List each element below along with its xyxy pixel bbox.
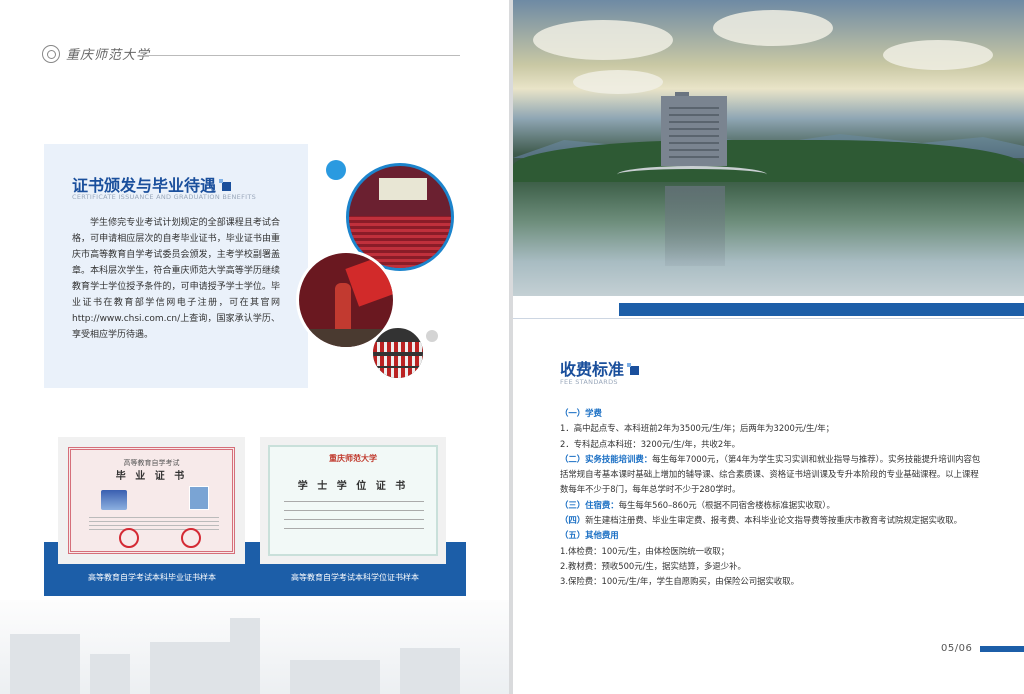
library-tower xyxy=(661,96,727,166)
graduation-certificate-image: 高等教育自学考试 毕 业 证 书 xyxy=(68,447,235,554)
campus-silhouette xyxy=(0,600,509,694)
right-page: 收费标准 FEE STANDARDS （一）学费 1．高中起点专、本科班前2年为… xyxy=(513,0,1024,694)
fee-line: （三）住宿费：每生每年560–860元（根据不同宿舍楼栋标准据实收取）。 xyxy=(560,499,835,510)
page-number: 05/06 xyxy=(941,643,973,654)
accent-bar xyxy=(619,303,1024,316)
fee-line: 2．专科起点本科班：3200元/生/年，共收2年。 xyxy=(560,438,740,449)
fee-line: （五）其他费用 xyxy=(560,530,619,541)
fee-section-subtitle: FEE STANDARDS xyxy=(560,378,618,386)
university-logo: 重庆师范大学 xyxy=(42,44,150,63)
arch-bridge xyxy=(617,166,767,183)
degree-certificate-image: 重庆师范大学 学 士 学 位 证 书 xyxy=(268,445,438,556)
certificate-body-text: 学生修完专业考试计划规定的全部课程且考试合格，可申请相应层次的自考毕业证书，毕业… xyxy=(72,218,280,340)
student-photo xyxy=(189,486,209,510)
left-page: 重庆师范大学 证书颁发与毕业待遇 CERTIFICATE ISSUANCE AN… xyxy=(0,0,509,694)
university-seal-icon xyxy=(42,44,60,63)
brochure-spread: 重庆师范大学 证书颁发与毕业待遇 CERTIFICATE ISSUANCE AN… xyxy=(0,0,1024,694)
fee-line: 3.保险费：100元/生/年，学生自愿购买，由保险公司据实收取。 xyxy=(560,576,799,587)
campus-lake-photo xyxy=(513,0,1024,296)
fee-section-title: 收费标准 xyxy=(560,356,640,380)
fee-title-text: 收费标准 xyxy=(560,360,625,379)
degree-certificate-school: 重庆师范大学 xyxy=(329,453,377,463)
graduation-certificate-caption: 高等教育自学考试本科毕业证书样本 xyxy=(88,573,216,582)
fee-line: （二）实务技能培训费：每生每年7000元，（第4年为学生实习实训和就业指导与推荐… xyxy=(560,453,981,495)
fee-line: 1.体检费：100元/生，由体检医院统一收取； xyxy=(560,545,730,556)
stamp-icon xyxy=(181,528,201,548)
exam-emblem-icon xyxy=(101,490,127,510)
fee-list: （一）学费 1．高中起点专、本科班前2年为3500元/生/年；后两年为3200元… xyxy=(560,406,982,590)
degree-certificate-sample: 重庆师范大学 学 士 学 位 证 书 xyxy=(260,437,446,564)
graduation-certificate-title: 毕 业 证 书 xyxy=(115,471,188,482)
degree-certificate-caption: 高等教育自学考试本科学位证书样本 xyxy=(291,573,419,582)
decorative-gray-dot xyxy=(426,330,438,342)
fee-line: 1．高中起点专、本科班前2年为3500元/生/年；后两年为3200元/生/年； xyxy=(560,423,834,434)
certificate-body: 学生修完专业考试计划规定的全部课程且考试合格，可申请相应层次的自考毕业证书，毕业… xyxy=(72,215,280,343)
title-square-icon xyxy=(627,363,640,375)
fee-line: 2.教材费：预收500元/生，据实结算，多退少补。 xyxy=(560,560,746,571)
divider-line xyxy=(513,318,1024,319)
degree-certificate-title: 学 士 学 位 证 书 xyxy=(297,481,409,492)
certificate-section-subtitle: CERTIFICATE ISSUANCE AND GRADUATION BENE… xyxy=(72,193,257,201)
page-number-bar xyxy=(980,646,1024,652)
header-divider xyxy=(140,55,460,56)
graduation-certificate-sample: 高等教育自学考试 毕 业 证 书 xyxy=(58,437,245,564)
logo-text: 重庆师范大学 xyxy=(66,48,151,63)
fee-line: （四）新生建档注册费、毕业生审定费、报考费、本科毕业论文指导费等按重庆市教育考试… xyxy=(560,515,962,526)
decorative-blue-dot xyxy=(326,160,346,180)
title-square-icon xyxy=(219,179,232,191)
fee-line: （一）学费 xyxy=(560,408,602,418)
audience-photo xyxy=(371,326,425,380)
stamp-icon xyxy=(119,528,139,548)
